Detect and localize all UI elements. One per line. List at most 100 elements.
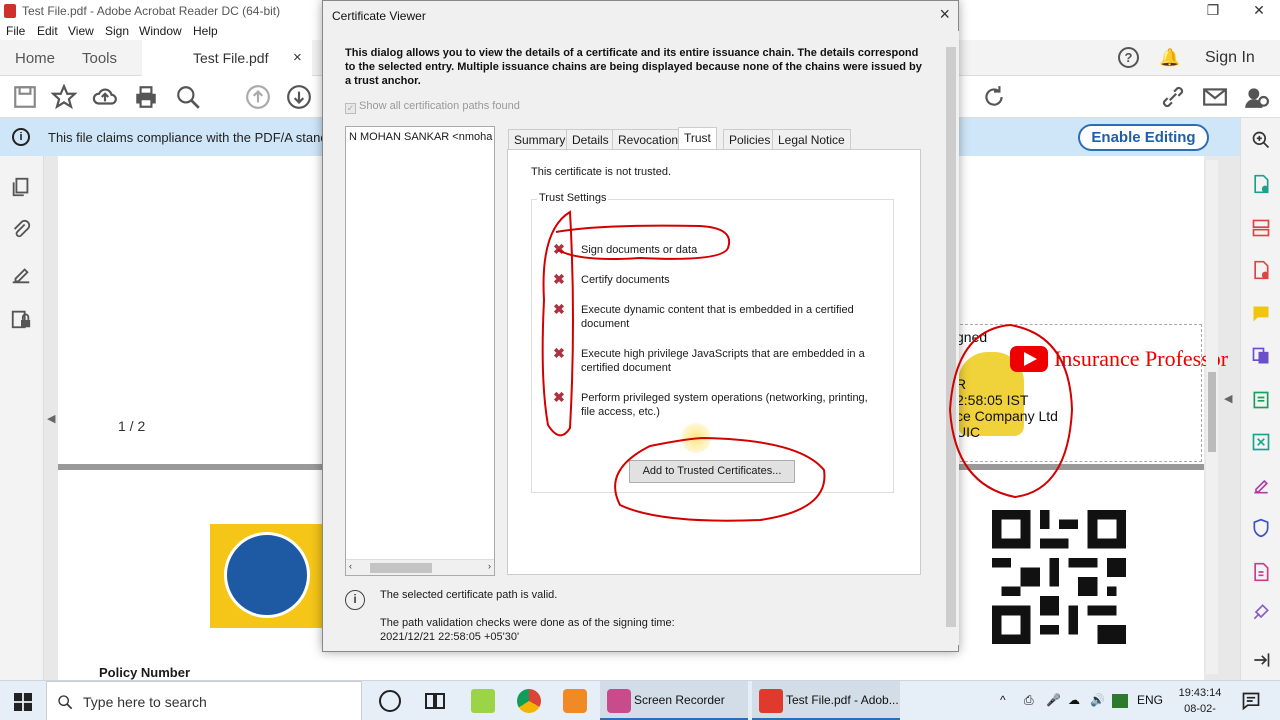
network-icon[interactable] [1112,694,1128,708]
tab-document[interactable]: Test File.pdf × [142,40,312,76]
show-all-paths-checkbox[interactable]: ✓ Show all certification paths found [345,100,520,114]
taskbar-search-box[interactable]: Type here to search [46,681,362,720]
save-icon[interactable] [12,84,38,110]
document-scrollbar-thumb[interactable] [1208,372,1216,452]
menu-sign[interactable]: Sign [105,24,129,38]
task-view-icon[interactable] [423,689,447,713]
panel-toggle-arrow-icon[interactable]: ◀ [1224,392,1232,405]
notifications-icon[interactable] [1241,691,1261,711]
signature-text-4: ce Company Ltd [956,408,1058,424]
denied-x-icon: ✖ [553,389,565,405]
screen-recorder-icon [607,689,631,713]
organize-pages-icon[interactable] [1251,218,1271,238]
menu-file[interactable]: File [6,24,25,38]
zoom-icon[interactable] [1251,130,1271,150]
close-window-icon[interactable]: ✕ [1244,2,1274,20]
denied-x-icon: ✖ [553,271,565,287]
setting-certify-documents: Certify documents [581,274,670,286]
clock-date: 08-02-2022 [1184,703,1216,720]
qr-code [992,510,1126,644]
print-icon[interactable] [133,84,159,110]
tree-scrollbar-thumb[interactable] [370,563,432,573]
dialog-close-icon[interactable]: × [939,4,950,25]
search-icon [58,695,73,710]
scroll-left-icon[interactable]: ‹ [349,561,352,571]
microphone-icon[interactable]: 🎤 [1046,693,1061,707]
email-icon[interactable] [1202,84,1228,110]
share-user-icon[interactable] [1243,84,1269,110]
add-to-trusted-certificates-button[interactable]: Add to Trusted Certificates... [629,460,795,483]
rotate-icon[interactable] [981,84,1007,110]
link-icon[interactable] [1160,84,1186,110]
tree-horizontal-scrollbar[interactable]: ‹ › [346,559,494,575]
signature-text-3: 2:58:05 IST [956,392,1029,408]
request-signature-icon[interactable] [1251,562,1271,582]
page-up-icon[interactable] [245,84,271,110]
comment-icon[interactable] [1251,304,1271,324]
info-icon: i [12,128,30,146]
cortana-icon[interactable] [379,690,401,712]
tab-revocation[interactable]: Revocation [612,129,685,150]
chrome-icon[interactable] [517,689,541,713]
security-lock-icon[interactable] [10,308,32,330]
tab-legal-notice[interactable]: Legal Notice [772,129,851,150]
menu-window[interactable]: Window [139,24,182,38]
windows-start-icon[interactable] [14,693,32,711]
windows-taskbar: Type here to search Screen Recorder Test… [0,680,1280,720]
setting-sign-documents: Sign documents or data [581,244,698,256]
tray-overflow-icon[interactable]: ^ [1000,693,1006,707]
recorder-app-icon[interactable] [563,689,587,713]
search-zoom-icon[interactable] [175,84,201,110]
dialog-vertical-scrollbar[interactable] [943,31,959,645]
certificate-chain-tree[interactable]: N MOHAN SANKAR <nmohan ‹ › [345,126,495,576]
language-indicator[interactable]: ENG [1137,693,1163,707]
menu-view[interactable]: View [68,24,94,38]
youtube-play-icon [1024,352,1037,366]
tab-summary[interactable]: Summary [508,129,572,150]
signature-pen-icon[interactable] [10,264,32,286]
meet-now-icon[interactable]: ⎙ [1024,693,1034,708]
show-all-paths-label: Show all certification paths found [359,100,520,112]
upload-cloud-icon[interactable] [92,84,118,110]
tab-details[interactable]: Details [566,129,615,150]
taskbar-clock[interactable]: 19:43:14 08-02-2022 [1172,685,1228,720]
create-pdf-icon[interactable] [1251,174,1271,194]
export-pdf-icon[interactable] [1251,260,1271,280]
protect-shield-icon[interactable] [1251,518,1271,538]
restore-icon[interactable]: ❐ [1198,2,1228,20]
onedrive-icon[interactable]: ☁ [1068,693,1080,707]
acrobat-taskbar-label: Test File.pdf - Adob... [786,693,899,707]
bell-icon[interactable]: 🔔 [1159,48,1180,68]
page-thumbnails-icon[interactable] [10,176,32,198]
collapse-panel-icon[interactable] [1251,650,1271,670]
attachment-icon[interactable] [10,219,32,241]
scroll-right-icon[interactable]: › [488,561,491,571]
window-title: Test File.pdf - Adobe Acrobat Reader DC … [22,4,281,18]
prev-page-arrow-icon[interactable]: ◀ [47,412,55,425]
volume-icon[interactable]: 🔊 [1090,693,1105,707]
trust-settings-label: Trust Settings [537,192,609,204]
combine-files-icon[interactable] [1251,346,1271,366]
tab-close-icon[interactable]: × [293,49,302,66]
fill-sign-icon[interactable] [1251,476,1271,496]
tab-tools[interactable]: Tools [82,50,117,67]
tab-home[interactable]: Home [15,50,55,67]
tab-trust[interactable]: Trust [678,127,717,149]
enable-editing-button[interactable]: Enable Editing [1078,124,1209,151]
star-icon[interactable] [51,84,77,110]
help-icon[interactable]: ? [1118,47,1139,68]
tab-policies[interactable]: Policies [723,129,777,150]
signature-text-5: UIC [956,424,981,440]
sign-in-link[interactable]: Sign In [1205,49,1255,67]
dialog-scrollbar-thumb[interactable] [946,47,956,627]
menu-edit[interactable]: Edit [37,24,58,38]
tree-entry[interactable]: N MOHAN SANKAR <nmohan [349,131,493,143]
cisco-ism-app-icon[interactable] [471,689,495,713]
more-tools-icon[interactable] [1251,602,1271,622]
compress-pdf-icon[interactable] [1251,390,1271,410]
dialog-description: This dialog allows you to view the detai… [345,47,922,87]
page-down-icon[interactable] [286,84,312,110]
acrobat-taskbar-icon [759,689,783,713]
menu-help[interactable]: Help [193,24,218,38]
edit-pdf-icon[interactable] [1251,432,1271,452]
